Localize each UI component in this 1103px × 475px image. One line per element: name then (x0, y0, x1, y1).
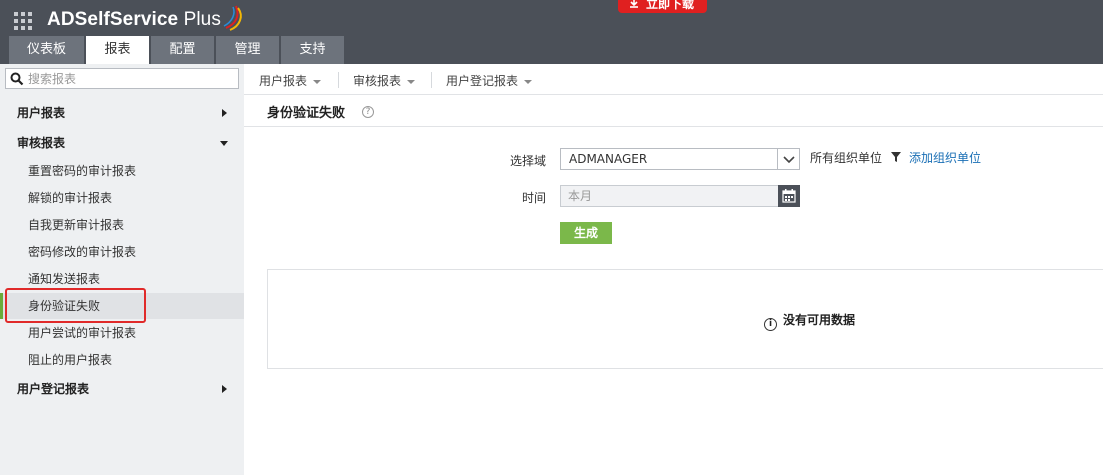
report-category-bar: 用户报表 审核报表 用户登记报表 (244, 64, 1103, 95)
filter-icon[interactable] (891, 152, 901, 162)
no-data-message: i 没有可用数据 (764, 311, 855, 331)
help-icon[interactable]: ? (362, 106, 374, 118)
report-search[interactable] (5, 68, 239, 89)
results-panel (267, 269, 1103, 369)
submenu-divider (431, 72, 432, 88)
submenu-label: 用户报表 (259, 74, 308, 88)
section-label: 审核报表 (17, 136, 66, 150)
sidebar-item-password-change-audit[interactable]: 密码修改的审计报表 (0, 239, 244, 265)
time-input[interactable] (568, 188, 768, 204)
submenu-audit-reports[interactable]: 审核报表 (353, 72, 416, 89)
domain-select[interactable]: ADMANAGER (560, 148, 800, 170)
download-icon (630, 0, 638, 8)
domain-select-value: ADMANAGER (569, 152, 648, 166)
ou-scope-text: 所有组织单位 (810, 151, 883, 165)
submenu-label: 审核报表 (353, 74, 402, 88)
tab-dashboard[interactable]: 仪表板 (9, 36, 84, 64)
caret-down-icon (524, 79, 533, 84)
download-button[interactable]: 立即下载 (618, 0, 707, 13)
domain-label: 选择域 (509, 154, 546, 168)
sidebar-item-blocked-users[interactable]: 阻止的用户报表 (0, 347, 244, 373)
chevron-right-icon (222, 385, 227, 393)
sidebar-item-auth-failure[interactable]: 身份验证失败 (0, 293, 244, 319)
submenu-label: 用户登记报表 (446, 74, 519, 88)
no-data-text: 没有可用数据 (783, 313, 856, 327)
time-label: 时间 (521, 191, 546, 205)
search-icon (10, 72, 24, 86)
sidebar: 用户报表 审核报表 重置密码的审计报表 解锁的审计报表 自我更新审计报表 密码修… (0, 64, 244, 475)
tab-reports[interactable]: 报表 (86, 36, 149, 64)
add-ou-link[interactable]: 添加组织单位 (909, 149, 981, 166)
app-logo: ADSelfService Plus (47, 9, 221, 31)
search-input[interactable] (28, 70, 228, 87)
calendar-icon (782, 189, 796, 203)
time-field[interactable] (560, 185, 800, 207)
calendar-button[interactable] (778, 185, 800, 207)
sidebar-item-notification-report[interactable]: 通知发送报表 (0, 266, 244, 292)
section-label: 用户登记报表 (17, 382, 90, 396)
download-label: 立即下载 (646, 0, 695, 11)
sidebar-section-audit-reports[interactable]: 审核报表 (0, 130, 244, 156)
main-tabs: 仪表板 报表 配置 管理 支持 (9, 36, 346, 64)
info-icon: i (764, 318, 777, 331)
sidebar-item-label: 身份验证失败 (28, 299, 101, 313)
top-header: ADSelfService Plus 立即下载 仪表板 报表 配置 管理 支持 (0, 0, 1103, 64)
title-divider (244, 126, 1103, 127)
sidebar-item-reset-password-audit[interactable]: 重置密码的审计报表 (0, 158, 244, 184)
caret-down-icon (313, 79, 322, 84)
generate-button[interactable]: 生成 (560, 222, 612, 244)
sidebar-item-unlock-audit[interactable]: 解锁的审计报表 (0, 185, 244, 211)
sidebar-item-self-update-audit[interactable]: 自我更新审计报表 (0, 212, 244, 238)
chevron-right-icon (222, 109, 227, 117)
sidebar-item-user-attempt-audit[interactable]: 用户尝试的审计报表 (0, 320, 244, 346)
logo-text: ADSelfService (47, 9, 179, 30)
submenu-enrollment-reports[interactable]: 用户登记报表 (446, 72, 533, 89)
section-label: 用户报表 (17, 106, 66, 120)
tab-configuration[interactable]: 配置 (151, 36, 214, 64)
chevron-down-icon (777, 149, 799, 169)
submenu-divider (338, 72, 339, 88)
chevron-down-icon (220, 141, 228, 146)
tab-support[interactable]: 支持 (281, 36, 344, 64)
sidebar-section-enrollment-reports[interactable]: 用户登记报表 (0, 376, 244, 402)
tab-admin[interactable]: 管理 (216, 36, 279, 64)
logo-suffix: Plus (178, 9, 221, 30)
logo-swoosh-icon (223, 5, 242, 31)
selection-indicator (0, 293, 3, 319)
submenu-user-reports[interactable]: 用户报表 (259, 72, 322, 89)
sidebar-section-user-reports[interactable]: 用户报表 (0, 100, 244, 126)
app-grid-icon[interactable] (14, 12, 32, 30)
caret-down-icon (407, 79, 416, 84)
page-title: 身份验证失败 (267, 106, 346, 121)
